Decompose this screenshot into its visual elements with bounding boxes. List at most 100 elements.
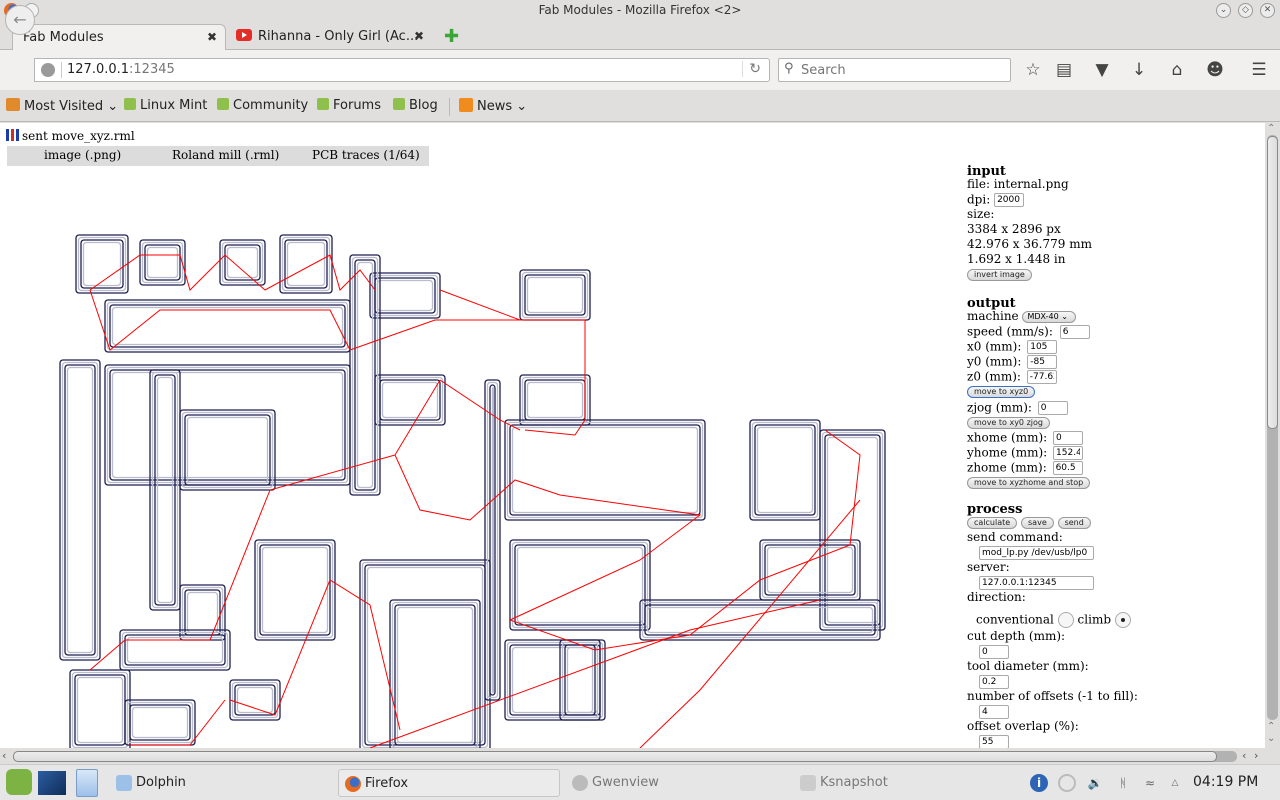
scroll-down-icon[interactable]: ⌄ [1267, 733, 1275, 744]
bookmark-most-visited[interactable]: Most Visited ⌄ [6, 98, 118, 114]
send-button[interactable]: send [1057, 516, 1091, 529]
z0-input[interactable] [1026, 370, 1057, 384]
zhome-input[interactable] [1052, 461, 1083, 475]
scroll-up-icon[interactable]: ⌃ [1267, 123, 1275, 134]
bookmark-label: Blog [409, 98, 438, 113]
tab-rihanna[interactable]: Rihanna - Only Girl (Ac... ✖ [226, 24, 432, 50]
bluetooth-icon[interactable]: ᚻ [1114, 774, 1132, 792]
move-to-xyz0-button[interactable]: move to xyz0 [967, 385, 1036, 398]
info-shield-icon[interactable]: i [1030, 774, 1048, 792]
trace-outline [77, 236, 127, 292]
machine-select[interactable]: MDX-40 ⌄ [1022, 310, 1077, 323]
dpi-input[interactable] [994, 193, 1025, 207]
move-to-xy0-zjog-button[interactable]: move to xy0 zjog [967, 416, 1050, 429]
maximize-button[interactable]: ◇ [1238, 3, 1253, 18]
trace-outline [511, 426, 699, 514]
zjog-input[interactable] [1037, 401, 1068, 415]
status-message: sent move_xyz.rml [6, 129, 135, 143]
x0-input[interactable] [1027, 340, 1058, 354]
downloads-icon[interactable]: ↓ [1127, 58, 1151, 82]
task-dolphin[interactable]: Dolphin [110, 769, 320, 797]
scroll-up-icon[interactable]: ⌃ [1267, 721, 1275, 732]
bookmark-news[interactable]: News ⌄ [459, 98, 527, 114]
server-label: server: [967, 560, 1010, 574]
server-input[interactable] [979, 576, 1094, 590]
bookmark-forums[interactable]: Forums [317, 98, 381, 113]
scroll-right-icon[interactable]: › [1254, 749, 1258, 762]
bookmark-linux-mint[interactable]: Linux Mint [124, 98, 207, 113]
menu-icon[interactable]: ☰ [1247, 58, 1271, 82]
module-tab-image[interactable]: image (.png) [44, 148, 121, 162]
trace-outline [104, 364, 351, 486]
task-gwenview[interactable]: Gwenview [566, 769, 776, 797]
xhome-input[interactable] [1053, 431, 1084, 445]
size-in: 1.692 x 1.448 in [967, 252, 1066, 266]
task-ksnapshot[interactable]: Ksnapshot [794, 769, 1004, 797]
reload-icon[interactable]: ↻ [742, 61, 761, 77]
offsets-input[interactable] [979, 705, 1009, 719]
trace-outline [396, 606, 474, 744]
wifi-icon[interactable]: ≈ [1141, 774, 1159, 792]
trace-outline [824, 434, 881, 626]
tool-diameter-input[interactable] [979, 675, 1009, 689]
scroll-thumb[interactable] [13, 751, 1217, 762]
cut-depth-input[interactable] [979, 645, 1009, 659]
bookmark-blog[interactable]: Blog [393, 98, 438, 113]
bookmark-star-icon[interactable]: ☆ [1021, 58, 1045, 82]
scroll-left-icon[interactable]: ‹ [2, 749, 6, 762]
move-to-xyzhome-button[interactable]: move to xyzhome and stop [967, 476, 1091, 489]
trace-outline [526, 381, 584, 419]
save-button[interactable]: save [1021, 516, 1054, 529]
tab-fab-modules[interactable]: Fab Modules ✖ [12, 24, 226, 50]
url-bar[interactable]: 127.0.0.1:12345 ↻ [34, 58, 770, 82]
scroll-thumb[interactable] [1267, 136, 1278, 429]
mint-menu-icon[interactable] [6, 769, 32, 795]
close-tab-icon[interactable]: ✖ [414, 29, 424, 43]
trace-outline [254, 539, 336, 641]
close-window-button[interactable]: ✕ [1260, 3, 1275, 18]
x0-label: x0 (mm): [967, 339, 1022, 354]
trace-outline [131, 706, 189, 739]
expand-tray-icon[interactable]: △ [1166, 774, 1184, 792]
trace-outline [516, 546, 644, 624]
rapid-move-path [439, 379, 521, 431]
network-icon[interactable] [1058, 774, 1076, 792]
climb-radio[interactable] [1114, 612, 1131, 628]
send-command-input[interactable] [979, 546, 1094, 560]
trace-outline [184, 414, 271, 486]
file-manager-icon[interactable] [76, 769, 98, 797]
pocket-icon[interactable]: ▼ [1090, 58, 1114, 82]
y0-input[interactable] [1027, 355, 1058, 369]
vertical-scrollbar[interactable]: ⌃ ⌃ ⌄ [1265, 123, 1280, 748]
hello-chat-icon[interactable]: ☻ [1203, 58, 1227, 82]
close-tab-icon[interactable]: ✖ [207, 30, 217, 44]
rapid-move-path [89, 379, 441, 671]
invert-image-button[interactable]: invert image [967, 268, 1032, 281]
yhome-input[interactable] [1053, 446, 1084, 460]
minimize-button[interactable]: ⌄ [1216, 3, 1231, 18]
volume-icon[interactable]: 🔉 [1086, 774, 1104, 792]
calculate-button[interactable]: calculate [967, 516, 1018, 529]
search-input[interactable] [801, 61, 1001, 79]
bookmark-community[interactable]: Community [217, 98, 308, 113]
scroll-left-icon[interactable]: ‹ [1242, 749, 1246, 762]
horizontal-scrollbar[interactable]: ‹ ‹ › [0, 748, 1280, 764]
show-desktop-icon[interactable] [38, 771, 66, 795]
new-tab-button[interactable]: ✚ [444, 26, 459, 47]
home-icon[interactable]: ⌂ [1165, 58, 1189, 82]
url-text[interactable]: 127.0.0.1:12345 [67, 62, 175, 77]
conventional-radio[interactable] [1057, 612, 1074, 628]
site-identity-icon[interactable] [41, 63, 55, 77]
module-tab-roland-mill[interactable]: Roland mill (.rml) [172, 148, 279, 162]
speed-input[interactable] [1059, 325, 1090, 339]
clock[interactable]: 04:19 PM [1193, 774, 1258, 790]
reading-list-icon[interactable]: ▤ [1052, 58, 1076, 82]
task-firefox[interactable]: Firefox [338, 769, 560, 797]
trace-outline [286, 241, 326, 287]
module-tab-pcb-traces[interactable]: PCB traces (1/64) [312, 148, 420, 162]
task-label: Firefox [365, 776, 409, 791]
back-button[interactable]: ← [5, 5, 35, 35]
overlap-input[interactable] [979, 735, 1009, 748]
search-box[interactable]: ⚲ [778, 58, 1011, 82]
trace-outline [374, 277, 436, 314]
